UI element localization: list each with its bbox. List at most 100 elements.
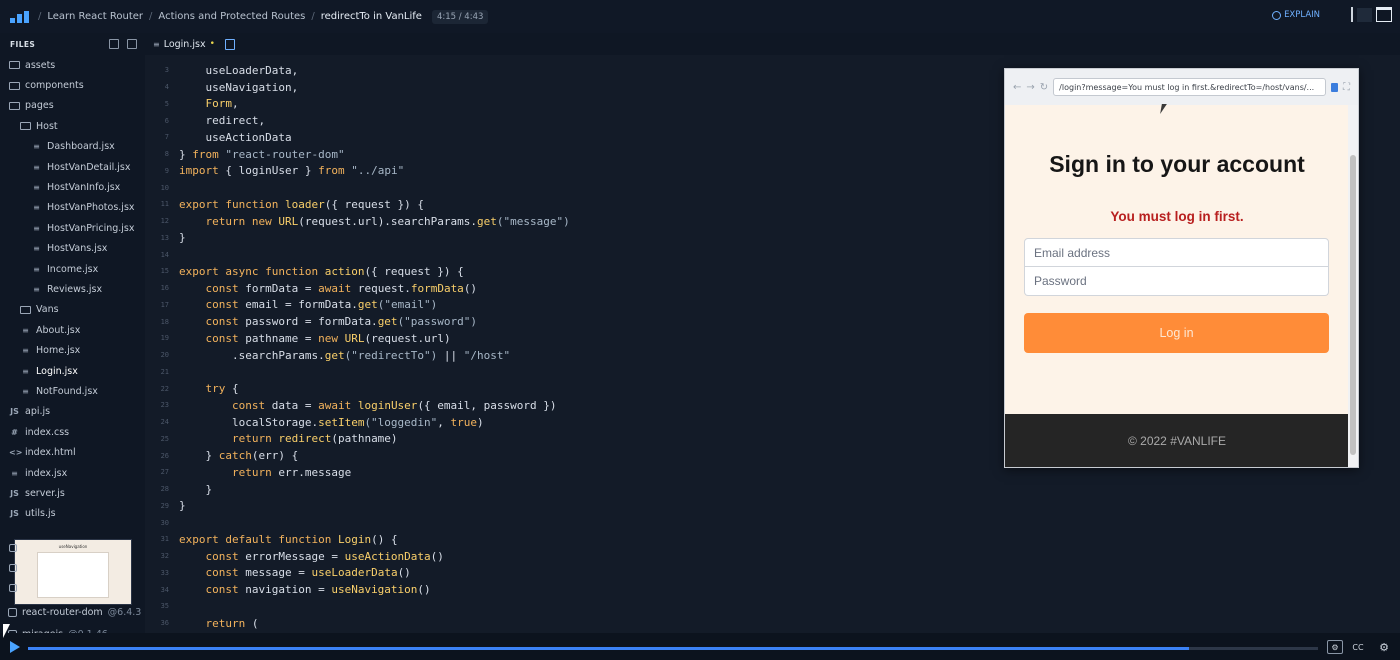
password-field[interactable]: Password bbox=[1024, 267, 1329, 296]
jsx-file-icon: ≡ bbox=[22, 386, 29, 396]
line-number: 30 bbox=[160, 518, 169, 527]
folder-icon bbox=[9, 101, 20, 110]
scrollbar-thumb[interactable] bbox=[1350, 155, 1356, 455]
code-line: 7 useActionData bbox=[145, 129, 570, 146]
code-line: 33 const message = useLoaderData() bbox=[145, 565, 570, 582]
code-line: 20 .searchParams. get ("redirectTo") || "/… bbox=[145, 347, 570, 364]
code-token: (err) { bbox=[251, 449, 299, 463]
file-label: Dashboard.jsx bbox=[47, 141, 115, 153]
code-token: action bbox=[318, 264, 365, 278]
layout-window-icon[interactable] bbox=[1376, 7, 1392, 22]
code-token: ("email") bbox=[377, 298, 438, 312]
code-token: } bbox=[179, 147, 193, 161]
code-line: 32 const errorMessage = useActionData() bbox=[145, 548, 570, 565]
email-field[interactable]: Email address bbox=[1024, 238, 1329, 267]
layout-controls bbox=[1351, 7, 1392, 22]
file-item[interactable]: ≡ HostVanPhotos.jsx bbox=[0, 198, 145, 218]
jsx-file-icon: ≡ bbox=[33, 203, 40, 213]
code-token: loader bbox=[278, 197, 325, 211]
code-token: formData = bbox=[238, 281, 319, 295]
code-token: "/host" bbox=[463, 348, 511, 362]
new-folder-icon[interactable] bbox=[127, 39, 137, 49]
line-number: 28 bbox=[160, 485, 169, 494]
line-number: 6 bbox=[164, 116, 169, 125]
code-token: get bbox=[324, 348, 345, 362]
js-file-icon: JS bbox=[10, 509, 19, 519]
reload-icon[interactable]: ↻ bbox=[1040, 82, 1048, 93]
code-line: 31 export default function Login() { bbox=[145, 531, 570, 548]
file-label: index.html bbox=[25, 447, 76, 459]
line-number: 35 bbox=[160, 602, 169, 611]
login-button[interactable]: Log in bbox=[1024, 313, 1329, 353]
line-number: 32 bbox=[160, 552, 169, 561]
folder-item[interactable]: Host bbox=[0, 116, 145, 136]
file-item[interactable]: <> index.html bbox=[0, 442, 145, 462]
explain-icon bbox=[1272, 10, 1282, 20]
url-bar[interactable]: /login?message=You must log in first.&re… bbox=[1053, 78, 1326, 96]
file-item[interactable]: JS utils.js bbox=[0, 504, 145, 524]
new-file-icon[interactable] bbox=[109, 39, 119, 49]
file-item[interactable]: ≡ HostVans.jsx bbox=[0, 239, 145, 259]
breadcrumb-course[interactable]: Learn React Router bbox=[47, 11, 143, 22]
code-line: 21 bbox=[145, 364, 570, 381]
code-token: export function bbox=[179, 197, 279, 211]
file-item[interactable]: JS server.js bbox=[0, 483, 145, 503]
settings-icon[interactable]: ⚙ bbox=[1376, 640, 1392, 654]
file-item[interactable]: ≡ NotFound.jsx bbox=[0, 381, 145, 401]
file-item[interactable]: ≡ index.jsx bbox=[0, 463, 145, 483]
play-icon[interactable] bbox=[10, 641, 20, 653]
captions-button[interactable]: CC bbox=[1350, 640, 1366, 654]
file-item[interactable]: ≡ HostVanDetail.jsx bbox=[0, 157, 145, 177]
pin-icon[interactable] bbox=[1331, 82, 1338, 92]
forward-icon[interactable]: → bbox=[1026, 82, 1034, 93]
lesson-thumbnail[interactable]: useNavigation bbox=[14, 539, 132, 605]
line-number: 34 bbox=[160, 585, 169, 594]
code-line: 14 bbox=[145, 246, 570, 263]
scrimba-logo-icon[interactable] bbox=[10, 10, 32, 23]
file-label: HostVanPricing.jsx bbox=[47, 222, 135, 234]
jsx-file-icon: ≡ bbox=[11, 468, 18, 478]
code-token: const bbox=[179, 331, 239, 345]
layout-split-icon[interactable] bbox=[1351, 7, 1353, 22]
file-item[interactable]: ≡ Home.jsx bbox=[0, 340, 145, 360]
code-token: get bbox=[477, 214, 497, 228]
package-react-router-dom[interactable]: react-router-dom @6.4.3 bbox=[8, 607, 141, 618]
jsx-file-icon: ≡ bbox=[33, 223, 40, 233]
file-item[interactable]: ≡ Login.jsx bbox=[0, 361, 145, 381]
code-line: 9 import { loginUser } from "../api" bbox=[145, 163, 570, 180]
file-item[interactable]: JS api.js bbox=[0, 402, 145, 422]
code-lines: 3 useLoaderData, 4 useNavigation, 5 Form, 6… bbox=[145, 62, 570, 632]
folder-item[interactable]: components bbox=[0, 75, 145, 95]
video-player-bar: ⚙ CC ⚙ bbox=[0, 633, 1400, 660]
file-item[interactable]: # index.css bbox=[0, 422, 145, 442]
preview-scrollbar[interactable] bbox=[1348, 105, 1358, 467]
file-item[interactable]: ≡ HostVanPricing.jsx bbox=[0, 218, 145, 238]
file-item[interactable]: ≡ HostVanInfo.jsx bbox=[0, 177, 145, 197]
folder-item[interactable]: pages bbox=[0, 96, 145, 116]
file-item[interactable]: ≡ About.jsx bbox=[0, 320, 145, 340]
code-line: 26 } catch (err) { bbox=[145, 447, 570, 464]
fullscreen-icon[interactable]: ⛶ bbox=[1343, 82, 1350, 93]
code-token: export async function bbox=[179, 264, 319, 278]
back-icon[interactable]: ← bbox=[1013, 82, 1021, 93]
tab-login-jsx[interactable]: ≡ Login.jsx • bbox=[145, 33, 243, 55]
file-label: pages bbox=[25, 100, 54, 112]
code-token: , bbox=[231, 97, 239, 111]
top-bar: / Learn React Router / Actions and Prote… bbox=[0, 0, 1400, 33]
breadcrumb-module[interactable]: Actions and Protected Routes bbox=[158, 11, 305, 22]
layout-panel-icon[interactable] bbox=[1357, 7, 1372, 22]
code-token: errorMessage = bbox=[238, 549, 345, 563]
speed-icon[interactable]: ⚙ bbox=[1327, 640, 1343, 654]
progress-track[interactable] bbox=[28, 647, 1318, 650]
explain-button[interactable]: EXPLAIN bbox=[1272, 10, 1320, 20]
code-line: 30 bbox=[145, 514, 570, 531]
folder-item[interactable]: assets bbox=[0, 55, 145, 75]
file-item[interactable]: ≡ Reviews.jsx bbox=[0, 279, 145, 299]
file-label: HostVanPhotos.jsx bbox=[47, 202, 135, 214]
package-icon bbox=[8, 608, 17, 617]
folder-item[interactable]: Vans bbox=[0, 300, 145, 320]
code-token: const bbox=[179, 298, 239, 312]
file-item[interactable]: ≡ Income.jsx bbox=[0, 259, 145, 279]
file-item[interactable]: ≡ Dashboard.jsx bbox=[0, 137, 145, 157]
new-file-tab-icon[interactable] bbox=[224, 38, 235, 50]
